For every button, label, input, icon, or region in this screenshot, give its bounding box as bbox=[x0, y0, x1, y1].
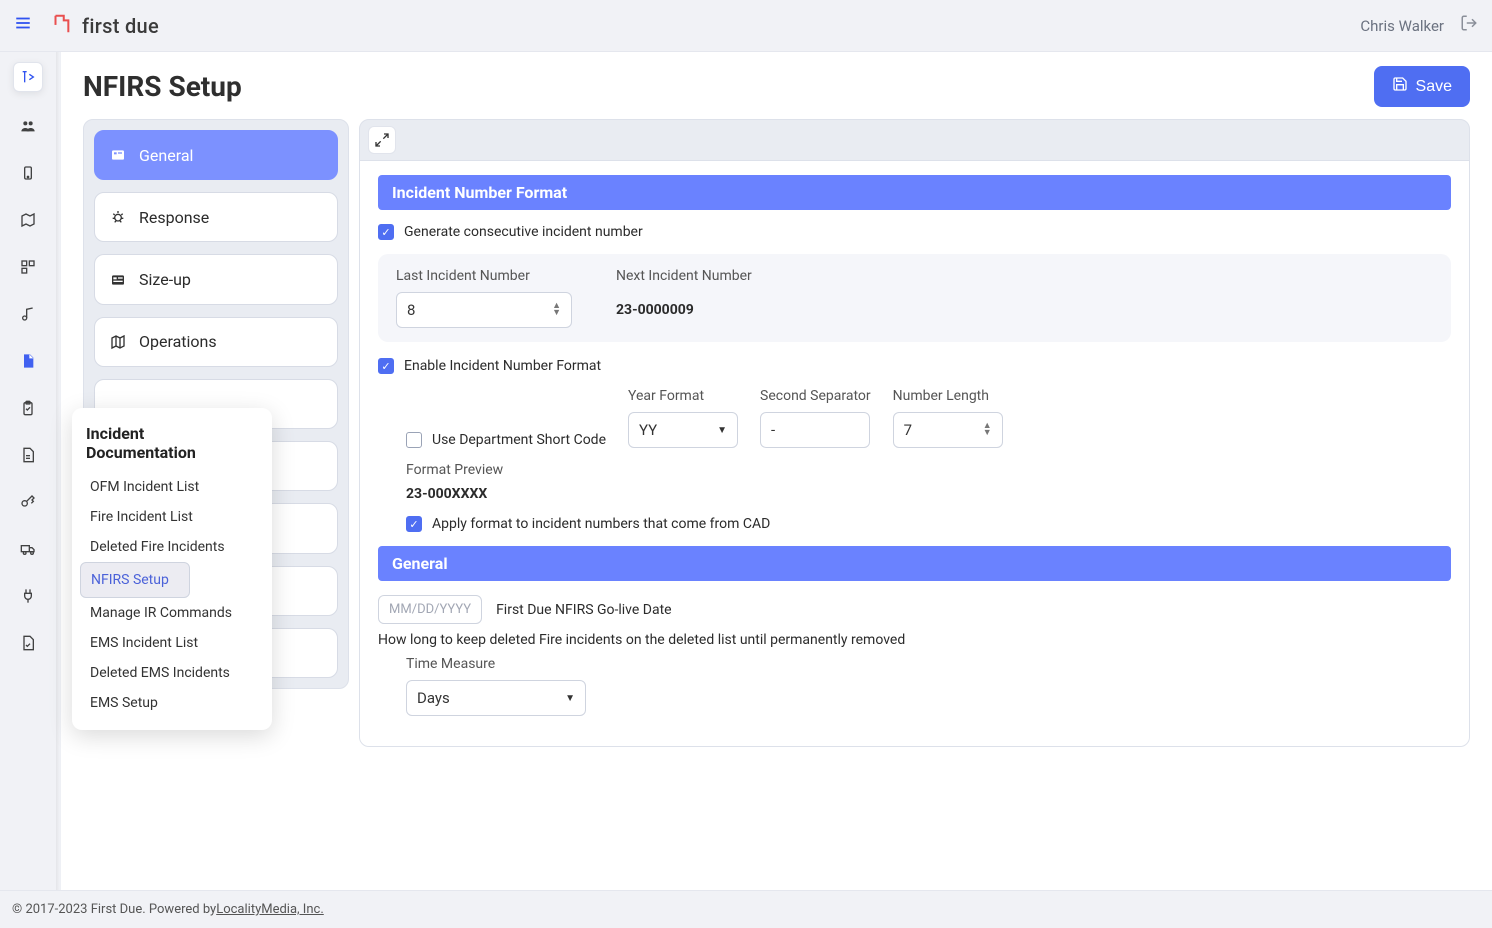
label-format-preview: Format Preview bbox=[406, 462, 1451, 478]
map-icon bbox=[109, 334, 127, 350]
footer-link[interactable]: LocalityMedia, Inc. bbox=[216, 902, 324, 917]
section-nav-response[interactable]: Response bbox=[94, 192, 338, 242]
section-nav-general[interactable]: General bbox=[94, 130, 338, 180]
bug-icon bbox=[109, 209, 127, 225]
input-second-sep[interactable]: - bbox=[760, 412, 870, 448]
section-nav-operations[interactable]: Operations bbox=[94, 317, 338, 367]
select-number-length[interactable]: 7 ▲▼ bbox=[893, 412, 1003, 448]
rail-item-filecheck[interactable] bbox=[20, 635, 36, 656]
rail-item-apps[interactable] bbox=[20, 259, 36, 280]
checkbox-apply-cad[interactable]: ✓ bbox=[406, 516, 422, 532]
section-nav-label: General bbox=[139, 146, 193, 165]
rail-item-clipboard[interactable] bbox=[20, 400, 36, 421]
username-label[interactable]: Chris Walker bbox=[1360, 17, 1444, 35]
section-nav-label: Size-up bbox=[139, 270, 191, 289]
format-grid: ✓ Use Department Short Code Year Format … bbox=[406, 388, 1451, 448]
save-button[interactable]: Save bbox=[1374, 66, 1470, 107]
section-nav-label: Operations bbox=[139, 332, 217, 351]
stepper-icon[interactable]: ▲▼ bbox=[552, 303, 561, 317]
rail-item-document-active[interactable] bbox=[20, 353, 36, 374]
flyout-item-nfirs-setup[interactable]: NFIRS Setup bbox=[80, 562, 190, 598]
rail-item-users[interactable] bbox=[20, 118, 36, 139]
stepper-icon[interactable]: ▲▼ bbox=[983, 423, 992, 437]
flyout-menu: Incident Documentation OFM Incident List… bbox=[72, 408, 272, 730]
rail-item-audio[interactable] bbox=[20, 306, 36, 327]
label-gen-consecutive: Generate consecutive incident number bbox=[404, 224, 643, 240]
label-enable-format: Enable Incident Number Format bbox=[404, 358, 601, 374]
select-year-format[interactable]: YY ▼ bbox=[628, 412, 738, 448]
label-keep-deleted: How long to keep deleted Fire incidents … bbox=[378, 632, 1451, 648]
form-panel: Incident Number Format ✓ Generate consec… bbox=[359, 119, 1470, 747]
layout-icon bbox=[109, 272, 127, 288]
value-year-format: YY bbox=[639, 421, 657, 439]
flyout-item-ems-setup[interactable]: EMS Setup bbox=[80, 688, 264, 718]
page-header: NFIRS Setup Save bbox=[83, 66, 1470, 107]
flyout-title: Incident Documentation bbox=[86, 424, 258, 462]
section-nav-sizeup[interactable]: Size-up bbox=[94, 254, 338, 304]
brand-logo-icon bbox=[50, 13, 72, 39]
value-second-sep: - bbox=[771, 421, 775, 439]
section-general: General bbox=[378, 546, 1451, 581]
footer: © 2017-2023 First Due. Powered by Locali… bbox=[0, 890, 1492, 928]
flyout-item-manage-ir[interactable]: Manage IR Commands bbox=[80, 598, 264, 628]
label-year-format: Year Format bbox=[628, 388, 738, 404]
menu-toggle-icon[interactable] bbox=[14, 13, 32, 38]
flyout-item-ems-list[interactable]: EMS Incident List bbox=[80, 628, 264, 658]
select-time-measure[interactable]: Days ▼ bbox=[406, 680, 586, 716]
flyout-item-ofm[interactable]: OFM Incident List bbox=[80, 472, 264, 502]
rail-item-plug[interactable] bbox=[20, 588, 36, 609]
page-title: NFIRS Setup bbox=[83, 70, 242, 103]
save-button-label: Save bbox=[1416, 78, 1452, 96]
page: NFIRS Setup Save General Response bbox=[60, 52, 1492, 890]
label-next-incident: Next Incident Number bbox=[616, 268, 752, 284]
chevron-down-icon: ▼ bbox=[717, 425, 727, 436]
label-time-measure: Time Measure bbox=[406, 656, 1451, 672]
side-rail bbox=[0, 52, 56, 890]
rail-item-map[interactable] bbox=[20, 212, 36, 233]
rail-item-filetext[interactable] bbox=[20, 447, 36, 468]
rail-pin-button[interactable] bbox=[13, 62, 43, 92]
label-number-length: Number Length bbox=[893, 388, 1003, 404]
incident-number-subcard: Last Incident Number 8 ▲▼ Next Incident … bbox=[378, 254, 1451, 342]
brand-name: first due bbox=[82, 14, 159, 38]
save-icon bbox=[1392, 76, 1408, 97]
input-go-live-date[interactable]: MM/DD/YYYY bbox=[378, 595, 482, 624]
topbar: first due Chris Walker bbox=[0, 0, 1492, 52]
rail-item-device[interactable] bbox=[20, 165, 36, 186]
flyout-item-fire[interactable]: Fire Incident List bbox=[80, 502, 264, 532]
general-icon bbox=[109, 147, 127, 163]
footer-copyright: © 2017-2023 First Due. Powered by bbox=[12, 902, 216, 917]
label-use-dept-short: Use Department Short Code bbox=[432, 432, 606, 448]
label-last-incident: Last Incident Number bbox=[396, 268, 530, 284]
value-last-incident: 8 bbox=[407, 301, 415, 319]
form-scroll[interactable]: Incident Number Format ✓ Generate consec… bbox=[360, 160, 1469, 746]
value-time-measure: Days bbox=[417, 689, 450, 707]
label-go-live: First Due NFIRS Go-live Date bbox=[496, 602, 672, 618]
checkbox-gen-consecutive[interactable]: ✓ bbox=[378, 224, 394, 240]
value-format-preview: 23-000XXXX bbox=[406, 486, 1451, 502]
rail-item-key[interactable] bbox=[20, 494, 36, 515]
chevron-down-icon: ▼ bbox=[565, 693, 575, 704]
rail-item-truck[interactable] bbox=[20, 541, 36, 562]
logout-icon[interactable] bbox=[1460, 14, 1478, 37]
expand-panel-button[interactable] bbox=[368, 126, 396, 154]
value-next-incident: 23-0000009 bbox=[616, 302, 694, 318]
label-apply-cad: Apply format to incident numbers that co… bbox=[432, 516, 770, 532]
flyout-item-deleted-ems[interactable]: Deleted EMS Incidents bbox=[80, 658, 264, 688]
section-nav-label: Response bbox=[139, 208, 209, 227]
label-second-sep: Second Separator bbox=[760, 388, 871, 404]
checkbox-use-dept-short[interactable]: ✓ bbox=[406, 432, 422, 448]
brand: first due bbox=[50, 13, 159, 39]
flyout-item-deleted-fire[interactable]: Deleted Fire Incidents bbox=[80, 532, 264, 562]
section-incident-number-format: Incident Number Format bbox=[378, 175, 1451, 210]
input-last-incident[interactable]: 8 ▲▼ bbox=[396, 292, 572, 328]
checkbox-enable-format[interactable]: ✓ bbox=[378, 358, 394, 374]
value-number-length: 7 bbox=[904, 421, 912, 439]
